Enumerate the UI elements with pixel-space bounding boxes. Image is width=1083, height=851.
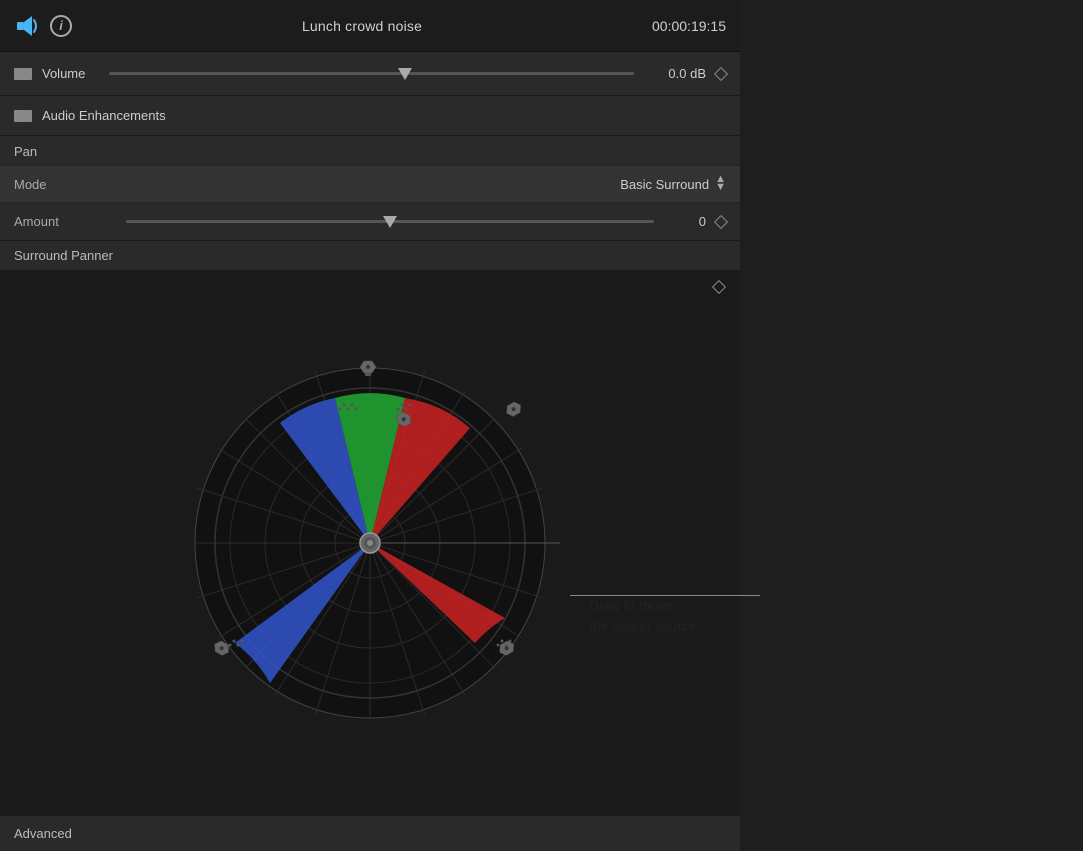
- panner-keyframe-diamond[interactable]: [712, 280, 726, 294]
- pan-header: Pan: [0, 136, 740, 165]
- advanced-label: Advanced: [14, 826, 726, 841]
- mode-value-container[interactable]: Basic Surround ▲ ▼: [114, 176, 726, 191]
- callout-text-line1: Drag to move: [589, 595, 700, 616]
- volume-value: 0.0 dB: [646, 66, 706, 81]
- callout-text-line2: the sound source.: [589, 616, 700, 637]
- volume-icon: [14, 68, 32, 80]
- amount-label: Amount: [14, 214, 114, 229]
- pan-label: Pan: [14, 144, 726, 159]
- volume-slider[interactable]: [109, 72, 634, 75]
- callout: Drag to move the sound source.: [570, 595, 700, 637]
- speaker-top-right: [504, 400, 524, 418]
- surround-panner-label: Surround Panner: [14, 248, 726, 263]
- surround-panner-svg[interactable]: [180, 353, 560, 733]
- amount-value: 0: [666, 214, 706, 229]
- volume-label: Volume: [42, 66, 97, 81]
- amount-slider[interactable]: [126, 220, 654, 223]
- amount-thumb[interactable]: [383, 216, 397, 228]
- info-icon[interactable]: i: [50, 15, 72, 37]
- header-time: 00:00:19:15: [652, 18, 726, 34]
- mode-text: Basic Surround: [620, 177, 709, 192]
- header: i Lunch crowd noise 00:00:19:15: [0, 0, 740, 52]
- mode-label: Mode: [14, 177, 114, 192]
- surround-panner[interactable]: [0, 270, 740, 815]
- amount-keyframe-diamond[interactable]: [714, 214, 728, 228]
- audio-enhancements-header: Audio Enhancements: [0, 96, 740, 136]
- amount-row: Amount 0: [0, 203, 740, 241]
- mode-chevron-icon[interactable]: ▲ ▼: [715, 176, 726, 191]
- volume-keyframe-diamond[interactable]: [714, 66, 728, 80]
- volume-thumb[interactable]: [398, 68, 412, 80]
- advanced-row[interactable]: Advanced: [0, 815, 740, 851]
- speaker-icon[interactable]: [14, 12, 42, 40]
- mode-row: Mode Basic Surround ▲ ▼: [0, 165, 740, 203]
- header-icons: i: [14, 12, 72, 40]
- volume-row: Volume 0.0 dB: [0, 52, 740, 96]
- audio-enhancements-title: Audio Enhancements: [42, 108, 166, 123]
- audio-enhancements-icon: [14, 110, 32, 122]
- surround-panner-label-row: Surround Panner: [0, 241, 740, 270]
- header-title: Lunch crowd noise: [72, 18, 652, 34]
